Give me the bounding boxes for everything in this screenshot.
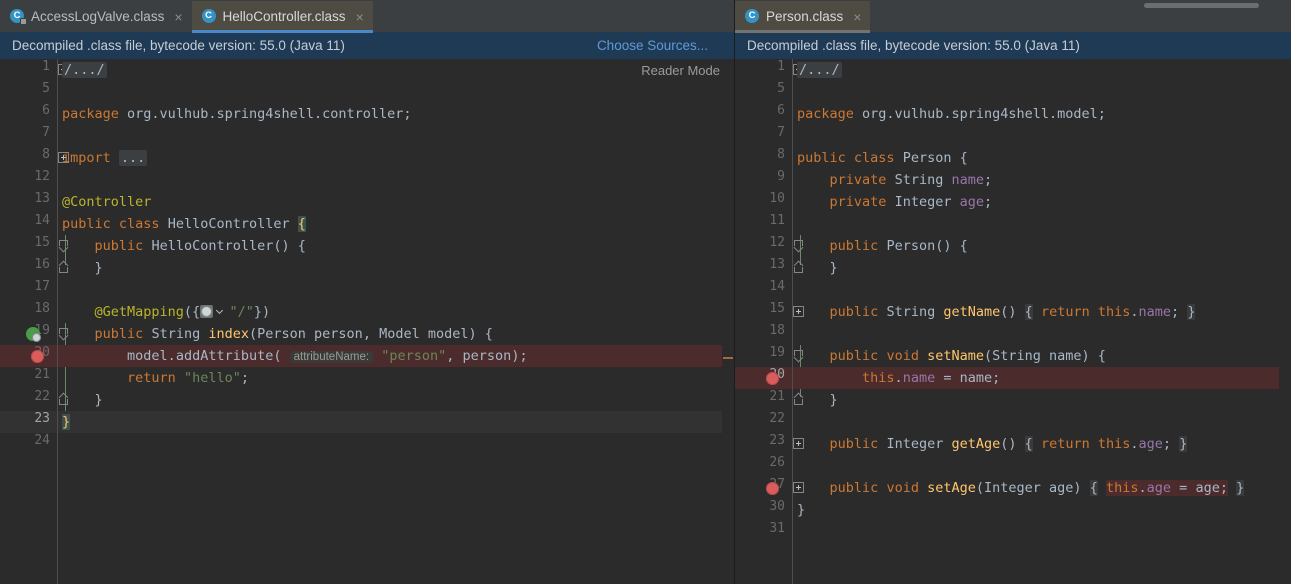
editor-pane-right: C Person.class × Decompiled .class file,… <box>735 0 1291 584</box>
tabstrip-left: C AccessLogValve.class × C HelloControll… <box>0 0 734 33</box>
code-line: public Integer getAge() { return this.ag… <box>829 436 1188 452</box>
code-line: public void setAge(Integer age) { this.a… <box>829 480 1245 496</box>
decompiled-info-bar-right: Decompiled .class file, bytecode version… <box>735 32 1291 59</box>
code-line: import ... <box>62 150 148 166</box>
tab-close-icon[interactable]: × <box>356 10 364 24</box>
decompiled-info-text: Decompiled .class file, bytecode version… <box>747 38 1080 53</box>
code-line: private Integer age; <box>829 194 993 210</box>
code-line: package org.vulhub.spring4shell.controll… <box>62 106 412 122</box>
folded-imports[interactable]: ... <box>118 150 148 166</box>
editor-pane-left: C AccessLogValve.class × C HelloControll… <box>0 0 735 584</box>
tab-close-icon[interactable]: × <box>174 10 182 24</box>
code-line: public String getName() { return this.na… <box>829 304 1196 320</box>
tab-hellocontroller[interactable]: C HelloController.class × <box>191 1 374 33</box>
code-line: /.../ <box>797 59 1291 81</box>
code-line: private String name; <box>829 172 993 188</box>
code-line: @GetMapping({ "/"}) <box>94 304 271 320</box>
code-line: package org.vulhub.spring4shell.model; <box>797 106 1106 122</box>
horizontal-scrollbar[interactable] <box>1141 0 1291 31</box>
code-line: } <box>94 392 103 408</box>
code-line: } <box>94 260 103 276</box>
folded-comment[interactable]: /.../ <box>62 62 107 78</box>
choose-sources-link[interactable]: Choose Sources... <box>597 38 708 53</box>
tab-close-icon[interactable]: × <box>853 10 861 24</box>
code-editor-left[interactable]: Reader Mode 1 5 6 7 8 12 13 14 15 16 17 … <box>0 59 734 584</box>
code-line: } <box>829 392 838 408</box>
tabstrip-right: C Person.class × <box>735 0 1291 33</box>
code-line-breakpoint: model.addAttribute( attributeName: "pers… <box>62 345 734 367</box>
ide-editor-split: C AccessLogValve.class × C HelloControll… <box>0 0 1291 584</box>
code-line: } <box>829 260 838 276</box>
code-line: public class HelloController { <box>62 216 306 232</box>
code-line: public void setName(String name) { <box>829 348 1106 364</box>
change-marker <box>723 357 733 359</box>
code-line: @Controller <box>62 194 152 210</box>
url-globe-icon[interactable] <box>200 305 224 318</box>
decompiled-info-text: Decompiled .class file, bytecode version… <box>12 38 345 53</box>
code-line: return "hello"; <box>127 370 249 386</box>
code-text-right: /.../ package org.vulhub.spring4shell.mo… <box>735 59 1291 543</box>
marker-bar-left[interactable] <box>722 59 734 584</box>
code-editor-right[interactable]: 1 5 6 7 8 9 10 11 12 13 14 15 18 19 20 2… <box>735 59 1291 584</box>
param-hint: attributeName: <box>289 351 374 363</box>
tab-accesslogvalve[interactable]: C AccessLogValve.class × <box>0 1 192 32</box>
code-line: public HelloController() { <box>94 238 306 254</box>
code-text-left: /.../ package org.vulhub.spring4shell.co… <box>0 59 734 455</box>
code-line-caret: } <box>62 411 734 433</box>
code-line: /.../ <box>62 59 734 81</box>
marker-bar-right[interactable] <box>1279 59 1291 584</box>
decompiled-info-bar-left: Decompiled .class file, bytecode version… <box>0 32 734 59</box>
tab-label: HelloController.class <box>222 9 346 24</box>
code-line: public String index(Person person, Model… <box>94 326 493 342</box>
tab-label: Person.class <box>766 9 844 24</box>
code-line: public Person() { <box>829 238 968 254</box>
tab-label: AccessLogValve.class <box>31 9 165 24</box>
code-line-breakpoint: this.name = name; <box>797 367 1291 389</box>
folded-comment[interactable]: /.../ <box>797 62 842 78</box>
class-file-locked-icon: C <box>10 9 27 25</box>
class-file-icon: C <box>745 9 760 24</box>
class-file-icon: C <box>201 9 217 24</box>
code-line: public class Person { <box>797 150 968 166</box>
code-line: } <box>797 502 806 518</box>
tab-person[interactable]: C Person.class × <box>735 1 871 33</box>
